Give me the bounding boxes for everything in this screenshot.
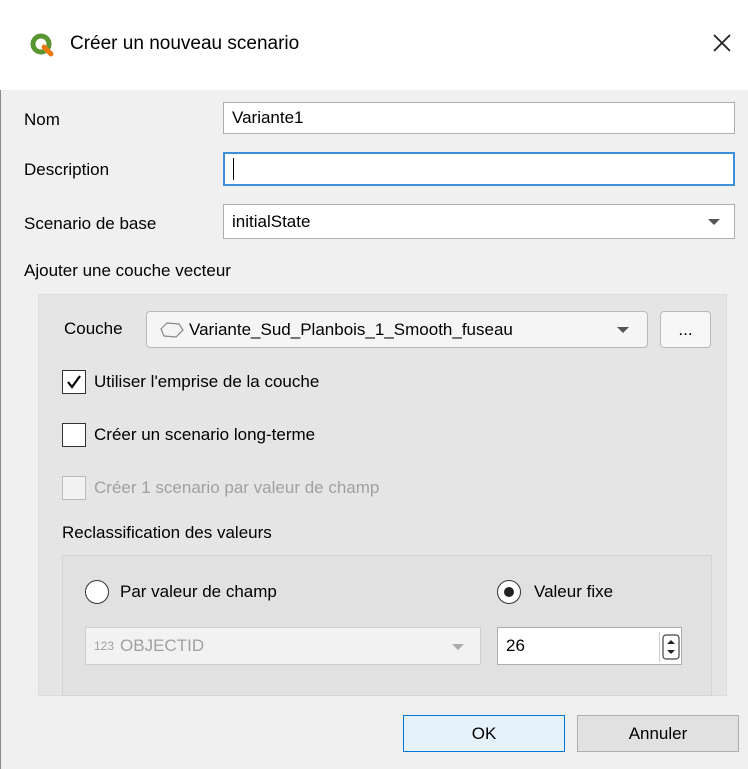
field-select-value: OBJECTID (120, 636, 205, 655)
fixed-value-value: 26 (506, 636, 525, 655)
chevron-down-icon (708, 219, 720, 225)
fixed-value-radio-label: Valeur fixe (534, 582, 614, 601)
description-input[interactable] (223, 152, 735, 186)
title-bar: Créer un nouveau scenario (0, 0, 748, 90)
use-layer-extent-label: Utiliser l'emprise de la couche (94, 372, 320, 391)
scenario-per-field-checkbox[interactable] (62, 476, 86, 500)
polygon-layer-icon (160, 321, 184, 338)
radio-selected-dot (504, 587, 514, 597)
scenario-base-select[interactable]: initialState (223, 204, 735, 239)
chevron-down-icon (452, 644, 464, 650)
description-label: Description (24, 160, 110, 179)
cancel-button-label: Annuler (628, 723, 688, 743)
scenario-base-label: Scenario de base (24, 214, 157, 233)
window-title: Créer un nouveau scenario (70, 33, 300, 54)
couche-value: Variante_Sud_Planbois_1_Smooth_fuseau (189, 319, 513, 339)
use-layer-extent-checkbox[interactable] (62, 370, 86, 394)
scenario-per-field-label: Créer 1 scenario par valeur de champ (94, 478, 380, 497)
vector-group-title: Ajouter une couche vecteur (24, 261, 231, 280)
couche-label: Couche (64, 319, 123, 338)
close-icon[interactable] (707, 28, 737, 58)
checkmark-icon (67, 375, 81, 389)
qgis-logo-icon (30, 33, 54, 57)
text-caret (233, 158, 234, 180)
ok-button-label: OK (471, 723, 497, 743)
couche-select[interactable]: Variante_Sud_Planbois_1_Smooth_fuseau (146, 311, 648, 348)
field-select[interactable]: 123 OBJECTID (85, 627, 481, 665)
field-type-badge: 123 (94, 639, 115, 653)
nom-label: Nom (24, 110, 60, 129)
reclass-groupbox (62, 555, 712, 696)
scenario-base-value: initialState (232, 211, 311, 231)
browse-button-label: ... (678, 319, 693, 339)
fixed-value-spinbox[interactable]: 26 (497, 627, 682, 665)
long-term-scenario-checkbox[interactable] (62, 423, 86, 447)
nom-input-value: Variante1 (232, 108, 304, 127)
window-border-left (0, 0, 1, 769)
reclass-group-title: Reclassification des valeurs (62, 523, 272, 542)
spin-arrows-icon[interactable] (659, 632, 682, 662)
chevron-down-icon (617, 327, 629, 333)
browse-button[interactable]: ... (660, 311, 711, 348)
ok-button[interactable]: OK (403, 715, 565, 752)
nom-input[interactable]: Variante1 (223, 102, 735, 134)
fixed-value-radio[interactable] (497, 580, 521, 604)
by-field-radio[interactable] (85, 580, 109, 604)
cancel-button[interactable]: Annuler (577, 715, 739, 752)
by-field-radio-label: Par valeur de champ (120, 582, 277, 601)
long-term-scenario-label: Créer un scenario long-terme (94, 425, 316, 444)
